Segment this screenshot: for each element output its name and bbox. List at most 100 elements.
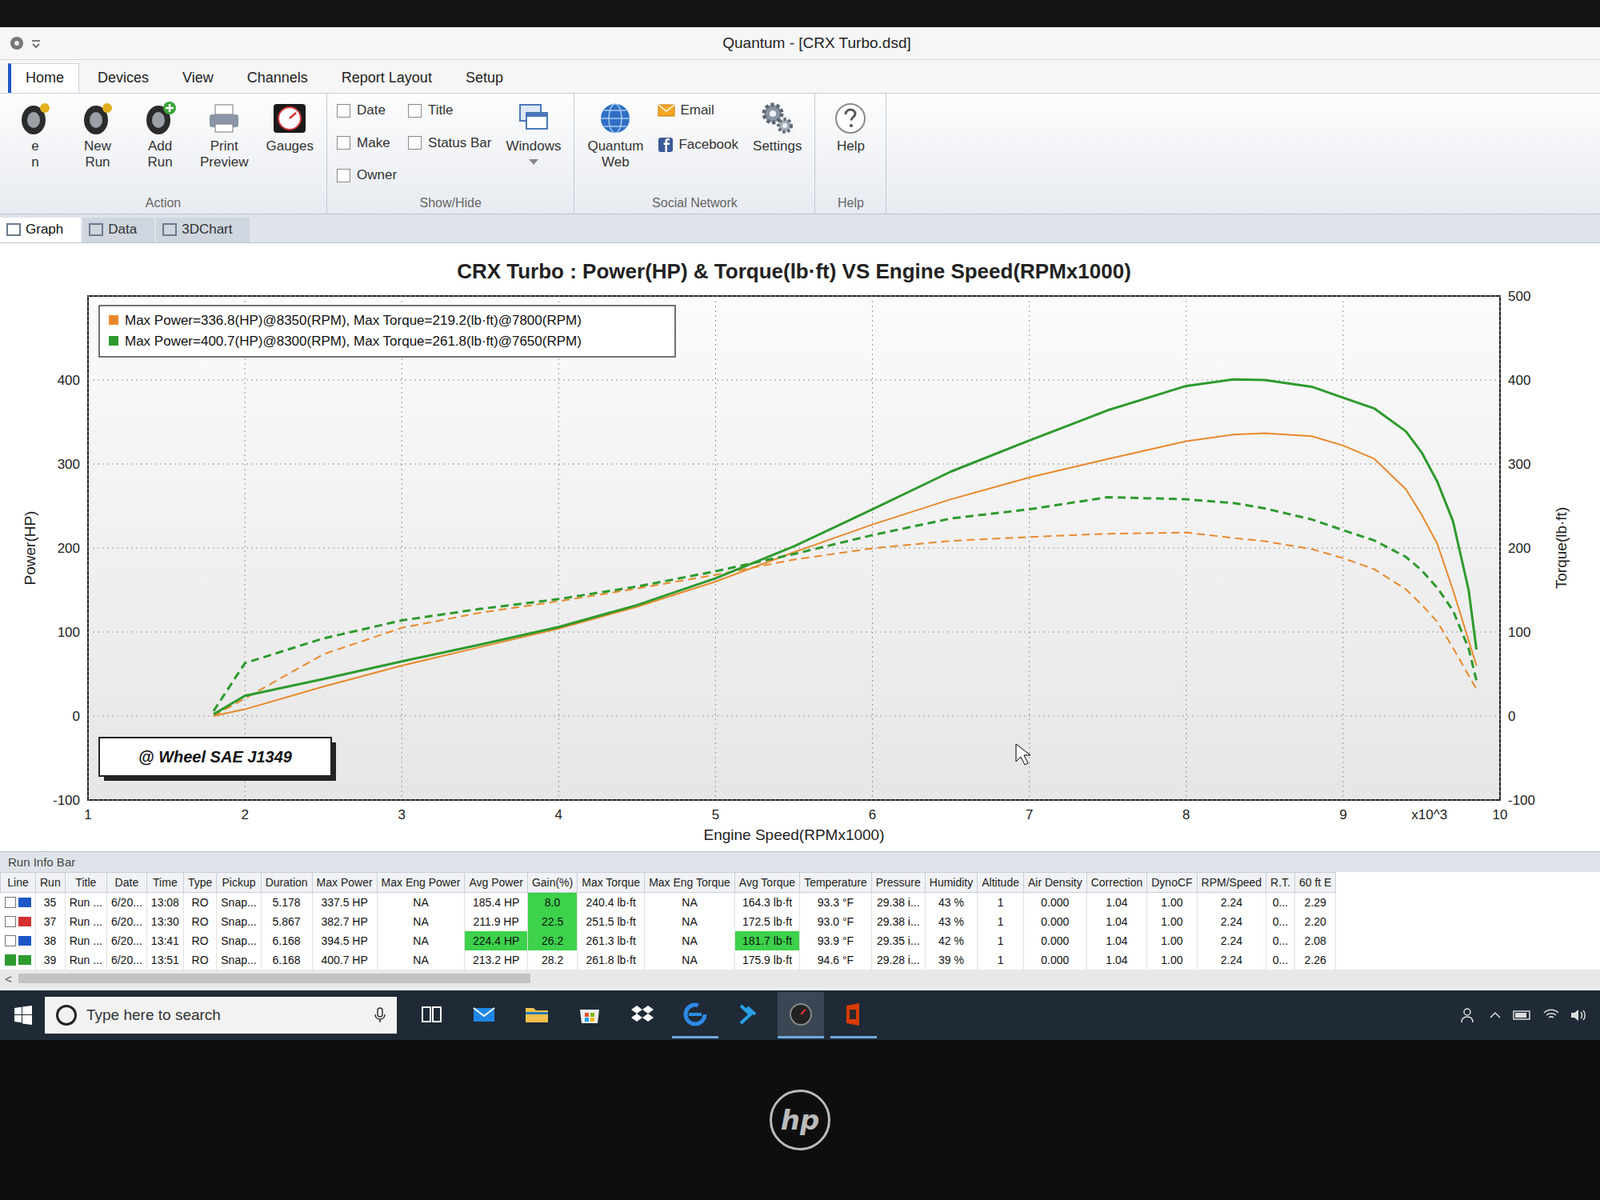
microphone-icon[interactable] bbox=[374, 1007, 386, 1024]
column-header[interactable]: 60 ft E bbox=[1294, 872, 1336, 893]
scroll-thumb[interactable] bbox=[18, 973, 531, 984]
ribbon-large-button[interactable]: en bbox=[9, 98, 61, 172]
ribbon-large-button[interactable]: Gauges bbox=[262, 98, 317, 156]
run-row[interactable]: 39Run ...6/20...13:51ROSnap...6.168400.7… bbox=[0, 950, 1336, 970]
taskbar-app[interactable] bbox=[619, 992, 666, 1039]
right-tick: 100 bbox=[1508, 624, 1531, 640]
column-header[interactable]: Altitude bbox=[977, 872, 1024, 893]
ribbon-large-button[interactable]: QuantumWeb bbox=[584, 98, 647, 172]
view-tab[interactable]: Graph bbox=[0, 217, 81, 243]
view-tab[interactable]: 3DChart bbox=[156, 217, 250, 243]
taskbar-app[interactable] bbox=[777, 992, 824, 1039]
ribbon-large-button[interactable]: Windows bbox=[502, 98, 564, 167]
column-header[interactable]: Duration bbox=[260, 872, 312, 893]
ribbon-checkbox[interactable]: Title bbox=[408, 98, 492, 123]
ribbon-large-button[interactable]: Settings bbox=[749, 98, 805, 156]
run-row[interactable]: 37Run ...6/20...13:30ROSnap...5.867382.7… bbox=[0, 912, 1336, 932]
ribbon-small-button[interactable]: Email bbox=[657, 98, 739, 123]
checkbox-box[interactable] bbox=[336, 104, 351, 118]
column-header[interactable]: Type bbox=[183, 872, 216, 893]
battery-icon[interactable] bbox=[1512, 1008, 1533, 1023]
checkbox-box[interactable] bbox=[408, 104, 422, 118]
ribbon-large-button[interactable]: AddRun bbox=[134, 98, 186, 172]
gear-shape bbox=[764, 104, 792, 132]
app-gear-icon[interactable] bbox=[8, 34, 26, 52]
column-header[interactable]: Pickup bbox=[216, 872, 261, 893]
column-header[interactable]: Air Density bbox=[1023, 872, 1087, 893]
column-header[interactable]: DynoCF bbox=[1147, 872, 1197, 893]
ribbon-large-button[interactable]: PrintPreview bbox=[196, 98, 252, 172]
taskbar-app[interactable] bbox=[513, 992, 560, 1039]
taskbar-app[interactable] bbox=[724, 992, 772, 1039]
column-header[interactable]: Humidity bbox=[924, 872, 977, 893]
ribbon-checkbox[interactable]: Status Bar bbox=[408, 131, 492, 156]
column-header[interactable]: Max Torque bbox=[577, 872, 645, 893]
gauge-app-dial bbox=[790, 1004, 812, 1025]
ribbon-large-button[interactable]: Help bbox=[824, 98, 876, 156]
checkbox-box[interactable] bbox=[336, 168, 351, 183]
label-line: n bbox=[31, 154, 39, 171]
row-checkbox[interactable] bbox=[4, 935, 16, 947]
run-row[interactable]: 35Run ...6/20...13:08ROSnap...5.178337.5… bbox=[0, 892, 1336, 913]
chevron-path bbox=[32, 40, 40, 48]
column-header[interactable]: Avg Power bbox=[464, 872, 528, 893]
horizontal-scrollbar[interactable]: < bbox=[0, 969, 1600, 988]
taskbar-app[interactable] bbox=[408, 992, 455, 1039]
ribbon-checkbox[interactable]: Date bbox=[336, 98, 397, 123]
checkbox-box[interactable] bbox=[408, 136, 422, 150]
column-header[interactable]: Run bbox=[36, 872, 66, 893]
taskbar-app[interactable] bbox=[672, 992, 719, 1039]
ribbon-checkbox[interactable]: Make bbox=[336, 131, 397, 156]
ribbon-tab[interactable]: Report Layout bbox=[326, 63, 448, 93]
tire-icon bbox=[79, 100, 116, 137]
column-header[interactable]: Max Power bbox=[312, 872, 377, 893]
ribbon-tab[interactable]: View bbox=[167, 63, 229, 93]
view-tab[interactable]: Data bbox=[82, 217, 155, 243]
column-header[interactable]: Max Eng Torque bbox=[644, 872, 736, 893]
show-hidden-icon[interactable] bbox=[1488, 1008, 1503, 1023]
ribbon-large-button[interactable]: NewRun bbox=[72, 98, 124, 172]
ribbon-tab[interactable]: Devices bbox=[82, 63, 164, 93]
run-row[interactable]: 38Run ...6/20...13:41ROSnap...6.168394.5… bbox=[0, 931, 1336, 951]
ribbon-tab[interactable]: Home bbox=[8, 63, 80, 93]
legend: Max Power=336.8(HP)@8350(RPM), Max Torqu… bbox=[99, 305, 676, 357]
column-header[interactable]: Line bbox=[0, 872, 36, 893]
ribbon-checkbox[interactable]: Owner bbox=[336, 163, 397, 188]
taskbar-app[interactable] bbox=[460, 992, 508, 1039]
table-cell: 37 bbox=[36, 912, 66, 932]
row-checkbox[interactable] bbox=[4, 896, 16, 908]
volume-icon[interactable] bbox=[1569, 1008, 1588, 1023]
column-header[interactable]: Max Eng Power bbox=[376, 872, 465, 893]
column-header[interactable]: Time bbox=[146, 872, 184, 893]
title-bar: Quantum - [CRX Turbo.dsd] bbox=[0, 27, 1600, 60]
people-icon[interactable] bbox=[1460, 1006, 1479, 1024]
column-header[interactable]: Title bbox=[64, 872, 107, 893]
power-line bbox=[213, 432, 1477, 716]
column-header[interactable]: Date bbox=[106, 872, 147, 893]
column-header[interactable]: Avg Torque bbox=[734, 872, 800, 893]
table-cell: 29.38 i... bbox=[871, 892, 925, 913]
column-header[interactable]: Correction bbox=[1086, 872, 1148, 893]
ribbon-tab[interactable]: Channels bbox=[232, 63, 324, 93]
column-header[interactable]: RPM/Speed bbox=[1196, 872, 1266, 893]
ribbon-small-button[interactable]: Facebook bbox=[657, 132, 739, 157]
ribbon-tab[interactable]: Setup bbox=[450, 63, 519, 93]
column-header[interactable]: Pressure bbox=[871, 872, 925, 893]
column-header[interactable]: R.T. bbox=[1266, 872, 1296, 893]
row-checkbox[interactable] bbox=[4, 916, 16, 928]
taskbar-app[interactable] bbox=[830, 992, 877, 1039]
row-checkbox[interactable] bbox=[4, 954, 16, 966]
column-header[interactable]: Gain(%) bbox=[527, 872, 577, 893]
windows-start-icon[interactable] bbox=[12, 1004, 34, 1026]
column-header[interactable]: Temperature bbox=[800, 872, 872, 893]
customize-chevron-icon[interactable] bbox=[30, 37, 42, 49]
checkbox-box[interactable] bbox=[336, 136, 351, 150]
search-box[interactable]: Type here to search bbox=[44, 996, 397, 1034]
system-tray bbox=[1460, 1006, 1588, 1024]
dropdown-chevron-icon[interactable] bbox=[528, 159, 539, 165]
wifi-icon[interactable] bbox=[1542, 1008, 1560, 1023]
taskbar-app[interactable] bbox=[566, 992, 613, 1039]
button-label: en bbox=[31, 138, 39, 170]
scroll-left-button[interactable]: < bbox=[4, 972, 12, 986]
mic-stand bbox=[375, 1014, 385, 1023]
